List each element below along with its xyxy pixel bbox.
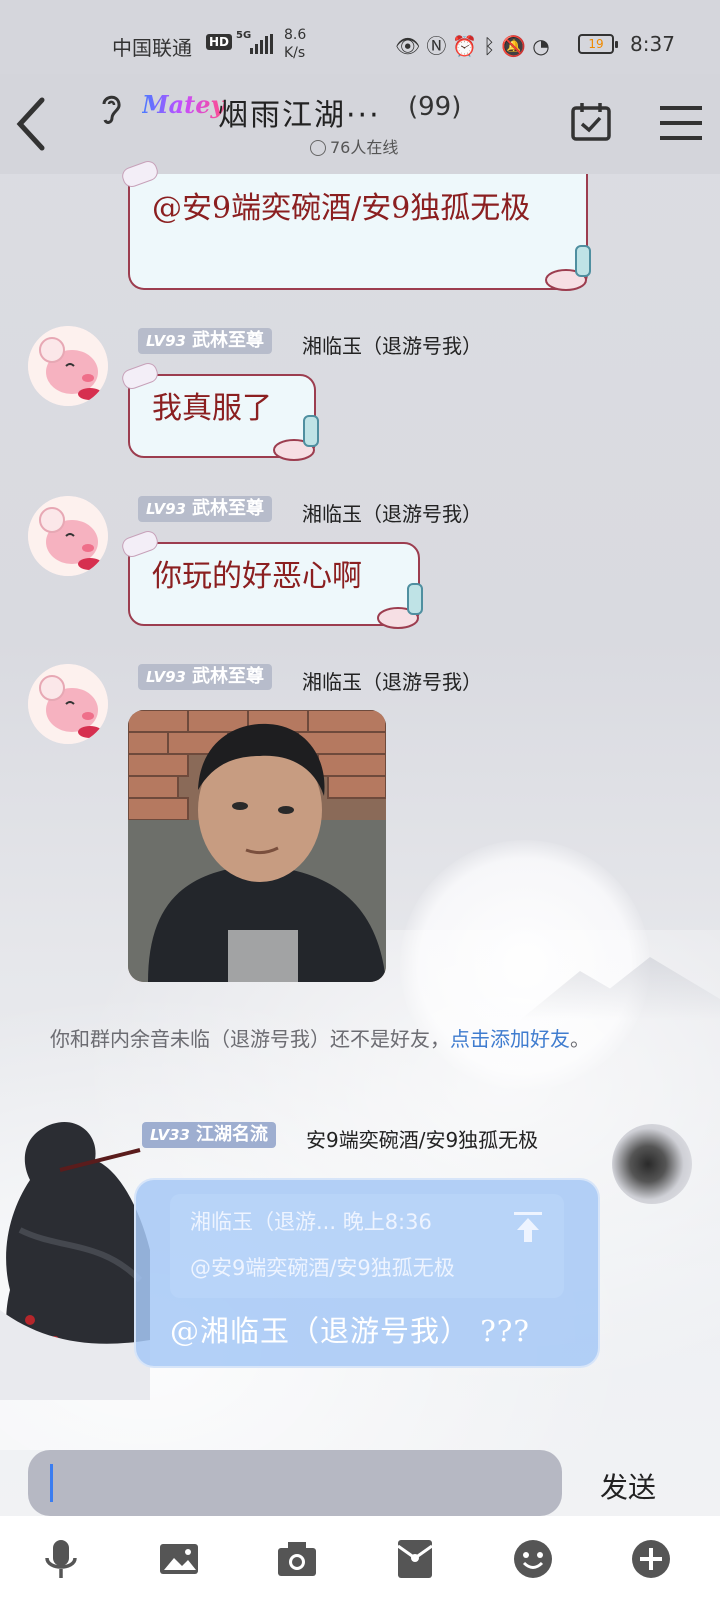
bottom-toolbar	[0, 1516, 720, 1600]
sender-name[interactable]: 湘临玉（退游号我）	[302, 330, 482, 359]
network-speed-value: 8.6	[284, 27, 307, 43]
photo-message[interactable]	[128, 710, 386, 982]
avatar[interactable]	[28, 664, 108, 744]
emoji-icon[interactable]	[510, 1536, 556, 1582]
sender-name[interactable]: 湘临玉（退游号我）	[302, 498, 482, 527]
bluetooth-icon: ᛒ	[483, 34, 502, 58]
back-arrow-icon[interactable]	[12, 94, 52, 154]
red-packet-icon[interactable]	[392, 1536, 438, 1582]
calendar-check-icon[interactable]	[570, 102, 612, 142]
group-title[interactable]: 烟雨江湖···	[218, 90, 381, 134]
alarm-icon: ⏰	[452, 34, 484, 58]
message-text: 你玩的好恶心啊	[152, 559, 362, 594]
bubble-decoration-icon	[545, 245, 591, 291]
level-label: LV93	[146, 332, 186, 350]
sender-name[interactable]: 安9端奕碗酒/安9独孤无极	[306, 1124, 538, 1153]
camera-icon[interactable]	[274, 1536, 320, 1582]
member-count[interactable]: (99)	[408, 92, 461, 122]
level-label: LV93	[146, 500, 186, 518]
level-badge: LV93 武林至尊	[138, 328, 272, 354]
speedometer-icon: ◔	[532, 34, 556, 58]
avatar[interactable]	[28, 326, 108, 406]
level-badge: LV93 武林至尊	[138, 496, 272, 522]
message-text: 我真服了	[152, 391, 272, 426]
message-text: @安9端奕碗酒/安9独孤无极	[152, 191, 531, 226]
status-bar: 中国联通 HD 5G 8.6 K/s 👁Ⓝ⏰ᛒ🔕◔ 19 8:37	[0, 0, 720, 74]
nfc-icon: Ⓝ	[426, 34, 453, 58]
rank-label: 武林至尊	[191, 666, 264, 687]
rank-label: 武林至尊	[191, 498, 264, 519]
kirby-avatar-icon	[28, 664, 108, 744]
text-caret	[50, 1464, 53, 1502]
plus-icon[interactable]	[628, 1536, 674, 1582]
quote-header: 湘临玉（退游... 晚上8:36	[190, 1210, 432, 1234]
ink-painting-figure	[0, 1121, 150, 1400]
carrier-label: 中国联通	[112, 36, 192, 60]
message-input[interactable]	[28, 1450, 562, 1516]
photo-image	[128, 710, 386, 982]
rank-label: 武林至尊	[191, 330, 264, 351]
microphone-icon[interactable]	[38, 1536, 84, 1582]
chat-header: Matey 烟雨江湖··· (99) 76人在线	[0, 74, 720, 174]
menu-icon[interactable]	[660, 104, 702, 142]
network-speed: 8.6 K/s	[284, 26, 306, 62]
online-status[interactable]: 76人在线	[310, 134, 398, 158]
clock-time: 8:37	[630, 32, 675, 56]
status-icons: 👁Ⓝ⏰ᛒ🔕◔	[395, 30, 556, 59]
eye-icon: 👁	[395, 34, 427, 58]
quote-text: @安9端奕碗酒/安9独孤无极	[190, 1256, 455, 1280]
level-label: LV93	[146, 668, 186, 686]
notice-end: 。	[570, 1027, 590, 1051]
own-message-bubble[interactable]: 湘临玉（退游... 晚上8:36 @安9端奕碗酒/安9独孤无极 @湘临玉（退游号…	[134, 1178, 600, 1368]
system-notice: 你和群内余音未临（退游号我）还不是好友，点击添加好友。	[50, 1024, 660, 1054]
network-speed-unit: K/s	[284, 45, 306, 61]
send-button[interactable]: 发送	[600, 1466, 656, 1506]
signal-icon	[250, 34, 273, 54]
notice-text: 你和群内余音未临（退游号我）还不是好友，	[50, 1027, 450, 1051]
kirby-avatar-icon	[28, 326, 108, 406]
message-bubble[interactable]: @安9端奕碗酒/安9独孤无极	[128, 174, 588, 290]
level-badge: LV93 武林至尊	[138, 664, 272, 690]
level-label: LV33	[150, 1126, 190, 1144]
image-icon[interactable]	[156, 1536, 202, 1582]
bubble-decoration-icon	[377, 583, 423, 629]
own-avatar[interactable]	[612, 1124, 692, 1204]
ear-icon[interactable]	[98, 92, 124, 126]
add-friend-link[interactable]: 点击添加好友	[450, 1027, 570, 1051]
battery-icon: 19	[578, 34, 618, 54]
chevron-down-icon	[310, 140, 326, 156]
bubble-decoration-icon	[273, 415, 319, 461]
level-badge: LV33 江湖名流	[142, 1122, 276, 1148]
message-text: @湘临玉（退游号我） ???	[170, 1314, 530, 1348]
hd-icon: HD	[206, 34, 233, 50]
rank-label: 江湖名流	[195, 1124, 268, 1145]
mute-icon: 🔕	[501, 34, 533, 58]
network-type-label: 5G	[236, 30, 252, 41]
jump-up-icon[interactable]	[514, 1212, 542, 1242]
kirby-avatar-icon	[28, 496, 108, 576]
avatar[interactable]	[28, 496, 108, 576]
quoted-message[interactable]: 湘临玉（退游... 晚上8:36 @安9端奕碗酒/安9独孤无极	[170, 1194, 564, 1298]
sender-name[interactable]: 湘临玉（退游号我）	[302, 666, 482, 695]
matey-logo: Matey	[142, 90, 225, 119]
online-count: 76人在线	[330, 138, 399, 157]
